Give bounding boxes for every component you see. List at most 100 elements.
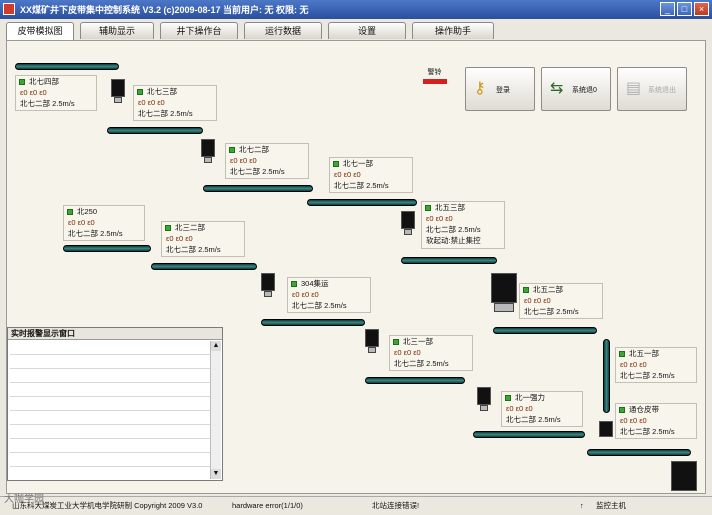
info-box[interactable]: 北七二部 ε0 ε0 ε0 北七二部 2.5m/s [225, 143, 309, 179]
info-box[interactable]: 北三一部 ε0 ε0 ε0 北七二部 2.5m/s [389, 335, 473, 371]
status-led [425, 205, 431, 211]
status-led [137, 89, 143, 95]
tab-run-data[interactable]: 运行数据 [244, 22, 322, 39]
belt-north-5-3[interactable] [401, 257, 497, 264]
tab-settings[interactable]: 设置 [328, 22, 406, 39]
belt-north-7-4[interactable] [15, 63, 119, 70]
belt-name: 通仓皮带 [629, 405, 659, 414]
alarm-indicator[interactable]: 警铃 [421, 67, 448, 87]
motor-north-1-strong[interactable] [477, 387, 491, 413]
belt-name: 北一强力 [515, 393, 545, 402]
realtime-alarm-title: 实时报警显示窗口 [8, 328, 222, 340]
info-box[interactable]: 北七一部 ε0 ε0 ε0 北七二部 2.5m/s [329, 157, 413, 193]
minimize-button[interactable]: _ [660, 2, 675, 16]
info-box[interactable]: 北五三部 ε0 ε0 ε0 北七二部 2.5m/s 软起动:禁止集控 [421, 201, 505, 249]
list-row-divider [10, 368, 210, 369]
status-led [619, 351, 625, 357]
motor-north-7-2[interactable] [201, 139, 215, 165]
motor-north-5-3[interactable] [401, 211, 415, 237]
motor-north-3-1[interactable] [365, 329, 379, 355]
arrows-icon: ⇆ [550, 80, 564, 97]
realtime-alarm-window: 实时报警显示窗口 ▲ ▼ [7, 327, 223, 481]
close-button[interactable]: × [694, 2, 709, 16]
belt-name: 北七二部 [239, 145, 269, 154]
info-box[interactable]: 北五一部 ε0 ε0 ε0 北七二部 2.5m/s [615, 347, 697, 383]
belt-diagram-panel: 警铃 ⚷ 登录 ⇆ 系统退0 ▤ 系统退出 北七四部 ε0 ε0 ε0 北七二部… [6, 40, 706, 494]
scroll-down-button[interactable]: ▼ [211, 469, 221, 479]
maximize-button[interactable]: □ [677, 2, 692, 16]
counter-row: ε0 ε0 ε0 [620, 416, 647, 425]
counter-row: ε0 ε0 ε0 [334, 170, 361, 179]
counter-row: ε0 ε0 ε0 [292, 290, 319, 299]
vertical-scrollbar[interactable]: ▲ ▼ [210, 341, 221, 479]
belt-north-7-3[interactable] [107, 127, 203, 134]
belt-north-7-1[interactable] [307, 199, 417, 206]
motor-silo[interactable] [671, 461, 697, 491]
belt-north-3-1[interactable] [365, 377, 465, 384]
title-bar: XX煤矿井下皮带集中控制系统 V3.2 (c)2009-08-17 当前用户: … [0, 0, 712, 19]
belt-name: 北七一部 [343, 159, 373, 168]
scroll-up-button[interactable]: ▲ [211, 341, 221, 351]
list-row-divider [10, 354, 210, 355]
info-box[interactable]: 北五二部 ε0 ε0 ε0 北七二部 2.5m/s [519, 283, 603, 319]
belt-name: 北五二部 [533, 285, 563, 294]
motor-north-5-1[interactable] [599, 421, 613, 439]
login-button[interactable]: ⚷ 登录 [465, 67, 535, 111]
belt-304[interactable] [261, 319, 365, 326]
belt-speed: 北七二部 2.5m/s [620, 427, 675, 436]
status-led [393, 339, 399, 345]
tab-underground-console[interactable]: 井下操作台 [160, 22, 238, 39]
tab-operation-assistant[interactable]: 操作助手 [412, 22, 494, 39]
status-host: 监控主机 [596, 501, 626, 510]
belt-north-7-2[interactable] [203, 185, 313, 192]
belt-north-3-2[interactable] [151, 263, 257, 270]
window-title: XX煤矿井下皮带集中控制系统 V3.2 (c)2009-08-17 当前用户: … [20, 5, 309, 15]
info-box[interactable]: 北三二部 ε0 ε0 ε0 北七二部 2.5m/s [161, 221, 245, 257]
list-row-divider [10, 452, 210, 453]
belt-north-1-strong[interactable] [473, 431, 585, 438]
motor-304[interactable] [261, 273, 275, 299]
info-box[interactable]: 北七三部 ε0 ε0 ε0 北七二部 2.5m/s [133, 85, 217, 121]
info-box[interactable]: 北七四部 ε0 ε0 ε0 北七二部 2.5m/s [15, 75, 97, 111]
belt-speed: 北七二部 2.5m/s [506, 415, 561, 424]
motor-north-7-3[interactable] [111, 79, 125, 105]
status-led [19, 79, 25, 85]
belt-north-5-1-vertical[interactable] [603, 339, 610, 413]
list-row-divider [10, 410, 210, 411]
status-led [165, 225, 171, 231]
status-led [619, 407, 625, 413]
belt-name: 304集运 [301, 279, 329, 288]
belt-name: 北三二部 [175, 223, 205, 232]
soft-start-note: 软起动:禁止集控 [426, 236, 481, 245]
status-bar: 山东科大煤炭工业大学机电学院研制 Copyright 2009 V3.0 har… [0, 496, 712, 515]
belt-north-5-2[interactable] [493, 327, 597, 334]
alarm-bar [423, 79, 447, 84]
counter-row: ε0 ε0 ε0 [166, 234, 193, 243]
belt-speed: 北七二部 2.5m/s [230, 167, 285, 176]
status-led [67, 209, 73, 215]
belt-name: 北七四部 [29, 77, 59, 86]
main-window: XX煤矿井下皮带集中控制系统 V3.2 (c)2009-08-17 当前用户: … [0, 0, 712, 515]
tab-aux-display[interactable]: 辅助显示 [80, 22, 154, 39]
belt-speed: 北七二部 2.5m/s [166, 245, 221, 254]
status-led [291, 281, 297, 287]
counter-row: ε0 ε0 ε0 [138, 98, 165, 107]
belt-speed: 北七二部 2.5m/s [138, 109, 193, 118]
counter-row: ε0 ε0 ε0 [506, 404, 533, 413]
belt-silo[interactable] [587, 449, 691, 456]
belt-speed: 北七二部 2.5m/s [394, 359, 449, 368]
info-box[interactable]: 304集运 ε0 ε0 ε0 北七二部 2.5m/s [287, 277, 371, 313]
motor-north-5-2[interactable] [491, 273, 517, 313]
belt-speed: 北七二部 2.5m/s [334, 181, 389, 190]
key-icon: ⚷ [474, 80, 486, 97]
info-box[interactable]: 通仓皮带 ε0 ε0 ε0 北七二部 2.5m/s [615, 403, 697, 439]
info-box[interactable]: 北一强力 ε0 ε0 ε0 北七二部 2.5m/s [501, 391, 583, 427]
list-row-divider [10, 438, 210, 439]
belt-north-250[interactable] [63, 245, 151, 252]
system-exit-button[interactable]: ▤ 系统退出 [617, 67, 687, 111]
system-zero-button[interactable]: ⇆ 系统退0 [541, 67, 611, 111]
tab-belt-diagram[interactable]: 皮带模拟图 [6, 22, 74, 40]
status-led [229, 147, 235, 153]
info-box[interactable]: 北250 ε0 ε0 ε0 北七二部 2.5m/s [63, 205, 145, 241]
counter-row: ε0 ε0 ε0 [620, 360, 647, 369]
